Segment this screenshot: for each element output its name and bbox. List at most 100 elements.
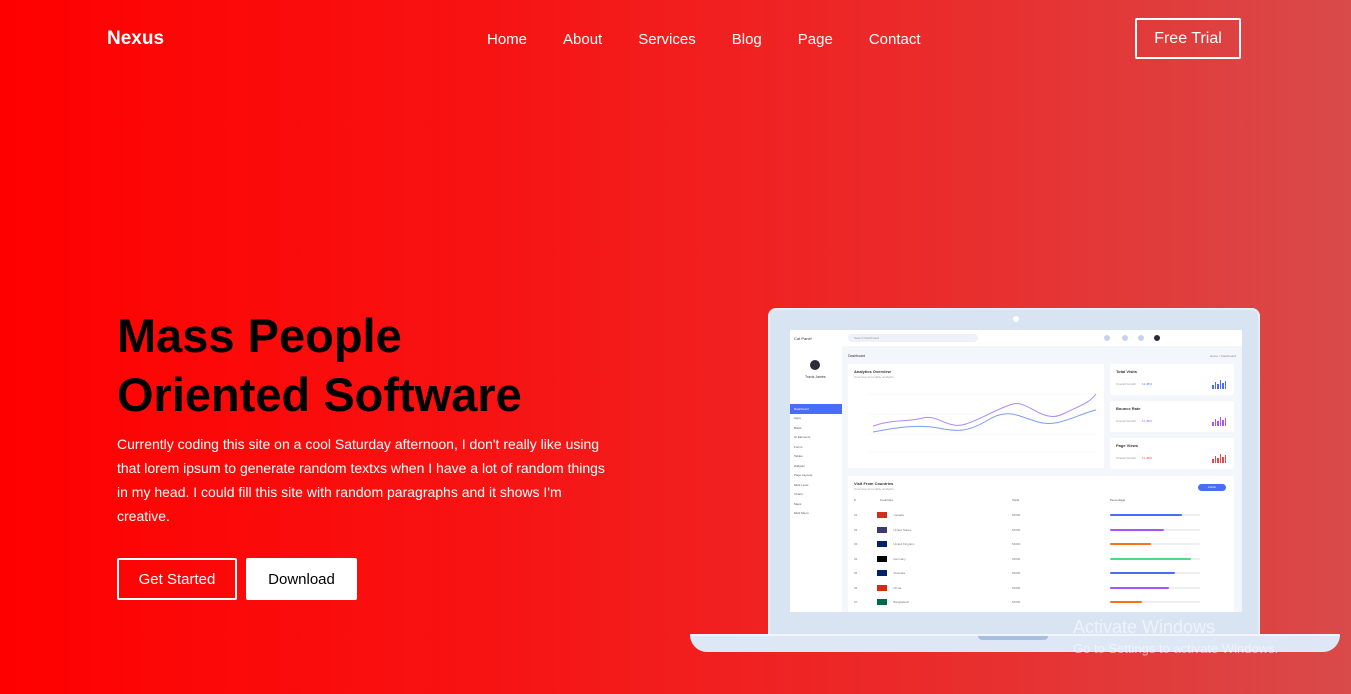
hero-description: Currently coding this site on a cool Sat… (117, 436, 605, 524)
avatar (810, 360, 820, 370)
dashboard-search: Search Dashboard (848, 334, 978, 342)
free-trial-button[interactable]: Free Trial (1135, 18, 1241, 59)
nav-home[interactable]: Home (487, 31, 527, 48)
main-nav: Home About Services Blog Page Contact (487, 31, 921, 48)
dashboard-page-title: Dashboard (848, 354, 866, 358)
dashboard-topbar: Search Dashboard (842, 330, 1242, 346)
hero-title: Mass People Oriented Software (117, 306, 637, 424)
stat-sub: Overall Growth (1116, 382, 1137, 386)
country-visits: 54000 (1012, 542, 1021, 546)
mini-bar (1219, 417, 1221, 426)
dashboard-menu-item[interactable]: Page Layouts (790, 471, 842, 481)
mini-bar (1217, 458, 1219, 463)
mini-bar (1224, 381, 1226, 389)
country-visits: 54000 (1012, 556, 1021, 561)
cart-icon (1138, 335, 1144, 341)
country-visits: 54000 (1012, 600, 1021, 604)
nav-page[interactable]: Page (798, 31, 833, 48)
country-visits: 54000 (1012, 571, 1021, 575)
table-row: 04 Germany 54000 (854, 552, 1228, 566)
nav-blog[interactable]: Blog (732, 31, 762, 48)
country-flag-icon (877, 541, 888, 547)
country-visits: 54000 (1012, 585, 1021, 590)
mini-bar (1212, 422, 1214, 426)
country-progress (1110, 572, 1200, 574)
table-row: 01 Canada 54000 (854, 508, 1228, 522)
country-progress (1110, 586, 1200, 589)
country-progress (1110, 557, 1200, 560)
mini-bar (1224, 455, 1226, 463)
dashboard-menu-item[interactable]: Apps (790, 414, 842, 424)
dashboard-menu-item[interactable]: Forms (790, 442, 842, 452)
nav-services[interactable]: Services (638, 31, 696, 48)
mini-bar (1214, 419, 1216, 426)
country-flag-icon (877, 570, 888, 576)
visits-action-button[interactable]: Action (1198, 484, 1226, 491)
country-progress-fill (1110, 528, 1164, 531)
row-num: 06 (854, 585, 858, 590)
col-countries: Countries (880, 498, 893, 502)
country-progress-fill (1110, 557, 1191, 560)
country-name: United States (893, 527, 912, 532)
dashboard-menu-item[interactable]: Multi Menu (790, 509, 842, 519)
dashboard-menu-item[interactable]: Multi Level (790, 480, 842, 490)
row-num: 07 (854, 600, 858, 604)
stat-sub: Overall Growth (1116, 456, 1137, 460)
country-name: Bangladesh (893, 600, 910, 604)
col-visits: Visits (1012, 498, 1020, 502)
mini-bar (1212, 459, 1214, 463)
laptop-notch (978, 636, 1048, 640)
visits-card: Visit From Countries Overview of monthly… (848, 476, 1234, 612)
hero-title-line-1: Mass People (117, 309, 402, 362)
brand-logo[interactable]: Nexus (107, 28, 164, 50)
row-num: 04 (854, 556, 858, 561)
stat-mini-bars (1212, 454, 1226, 463)
stat-label: Bounce Rate (1116, 406, 1141, 411)
country-progress (1110, 601, 1200, 603)
activate-windows-title: Activate Windows (1073, 617, 1216, 637)
mini-bar (1212, 385, 1214, 389)
country-progress-fill (1110, 572, 1175, 574)
dashboard-menu-item[interactable]: UI Elements (790, 433, 842, 443)
download-button[interactable]: Download (246, 558, 357, 600)
mini-bar (1214, 382, 1216, 389)
stat-value: 11.45% (1142, 382, 1152, 386)
stat-card: Page Views Overall Growth 11.45% (1110, 438, 1234, 469)
get-started-button[interactable]: Get Started (117, 558, 237, 600)
country-progress-fill (1110, 514, 1182, 516)
dashboard-menu: Dashboard Apps Briefs UI Elements Forms Table… (790, 404, 842, 518)
country-name: Canada (893, 513, 904, 517)
dashboard-screenshot: Cat Panel Travis James Dashboard Apps Brie… (790, 330, 1242, 612)
dashboard-menu-item[interactable]: Widgets (790, 461, 842, 471)
mini-bar (1224, 418, 1226, 426)
dashboard-menu-item[interactable]: Dashboard (790, 404, 842, 414)
country-name: China (893, 585, 902, 590)
hero-title-line-2: Oriented Software (117, 368, 522, 421)
dashboard-menu-item[interactable]: Maps (790, 499, 842, 509)
stat-mini-bars (1212, 417, 1226, 426)
mini-bar (1222, 383, 1224, 389)
mini-bar (1219, 380, 1221, 389)
country-flag-icon (877, 599, 888, 605)
country-progress (1110, 543, 1200, 545)
dashboard-user-name: Travis James (805, 375, 826, 379)
nav-about[interactable]: About (563, 31, 602, 48)
dashboard-logo: Cat Panel (794, 336, 812, 341)
stat-mini-bars (1212, 380, 1226, 389)
country-name: Germany (893, 556, 906, 561)
table-row: 06 China 54000 (854, 581, 1228, 595)
nav-contact[interactable]: Contact (869, 31, 921, 48)
stat-sub: Overall Growth (1116, 419, 1137, 423)
table-row: 07 Bangladesh 54000 (854, 595, 1228, 609)
stat-card: Bounce Rate Overall Growth 11.45% (1110, 401, 1234, 432)
row-num: 01 (854, 513, 858, 517)
dashboard-menu-item[interactable]: Tables (790, 452, 842, 462)
dashboard-menu-item[interactable]: Briefs (790, 423, 842, 433)
camera-dot (1013, 316, 1019, 322)
visits-title: Visit From Countries (854, 481, 894, 486)
dashboard-menu-item[interactable]: Charts (790, 490, 842, 500)
country-visits: 54000 (1012, 527, 1021, 532)
row-num: 05 (854, 571, 858, 575)
country-flag-icon (877, 555, 888, 562)
activate-windows-subtitle: Go to Settings to activate Windows. (1073, 641, 1279, 656)
